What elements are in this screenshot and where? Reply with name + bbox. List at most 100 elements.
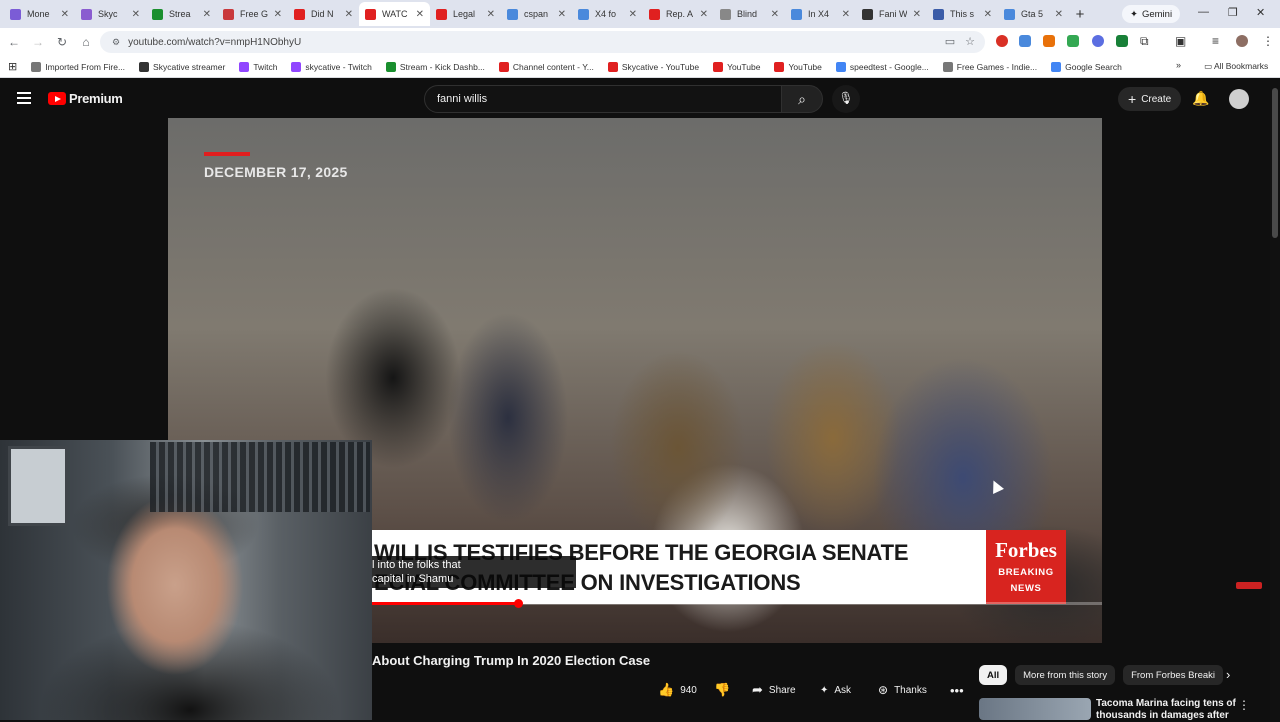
- tab-favicon-icon: [791, 8, 802, 20]
- browser-tab[interactable]: Gta 5 ✕: [998, 2, 1069, 26]
- gemini-button[interactable]: ✦ Gemini: [1122, 5, 1181, 23]
- cast-icon[interactable]: ▭: [945, 35, 955, 48]
- bookmark-item[interactable]: Google Search: [1051, 61, 1122, 72]
- menu-icon[interactable]: ⋮: [1262, 34, 1274, 48]
- bookmark-item[interactable]: speedtest - Google...: [835, 61, 929, 72]
- sidepanel-icon[interactable]: ▣: [1175, 34, 1186, 48]
- browser-tab[interactable]: Skyc ✕: [75, 2, 146, 26]
- scrubber-handle[interactable]: [514, 599, 523, 608]
- tab-close-icon[interactable]: ✕: [132, 9, 140, 20]
- download-icon[interactable]: [1116, 35, 1128, 47]
- bookmark-item[interactable]: YouTube: [774, 61, 822, 72]
- account-avatar[interactable]: [1229, 89, 1249, 109]
- tab-close-icon[interactable]: ✕: [487, 9, 495, 20]
- bookmark-label: Stream - Kick Dashb...: [399, 61, 485, 72]
- create-button[interactable]: + Create: [1118, 87, 1182, 111]
- recommendation-title[interactable]: Tacoma Marina facing tens of thousands i…: [1096, 698, 1236, 722]
- extension-icon[interactable]: [996, 35, 1008, 47]
- browser-tab[interactable]: WATC ✕: [359, 2, 430, 26]
- bookmark-star-icon[interactable]: ☆: [965, 35, 975, 48]
- browser-tab[interactable]: Rep. A ✕: [643, 2, 714, 26]
- tab-close-icon[interactable]: ✕: [1055, 9, 1063, 20]
- browser-tab[interactable]: Fani W ✕: [856, 2, 927, 26]
- new-tab-button[interactable]: +: [1069, 6, 1091, 23]
- extension-icon[interactable]: [1092, 35, 1104, 47]
- bookmark-label: Twitch: [253, 61, 278, 72]
- youtube-header: Premium fanni willis ⌕ 🎙 + Create 🔔: [0, 80, 1280, 118]
- bookmark-item[interactable]: Imported From Fire...: [31, 61, 125, 72]
- filter-chip[interactable]: More from this story: [1015, 665, 1116, 685]
- maximize-icon[interactable]: ❐: [1228, 6, 1238, 19]
- browser-tab[interactable]: Blind ✕: [714, 2, 785, 26]
- browser-tab[interactable]: Strea ✕: [146, 2, 217, 26]
- voice-search-button[interactable]: 🎙: [832, 85, 860, 113]
- bookmarks-overflow-icon[interactable]: »: [1176, 60, 1181, 70]
- tab-close-icon[interactable]: ✕: [416, 9, 424, 20]
- ask-button[interactable]: ✦ Ask: [820, 680, 851, 700]
- progress-bar[interactable]: [372, 599, 1102, 608]
- browser-tab[interactable]: In X4 ✕: [785, 2, 856, 26]
- site-info-icon[interactable]: ⚙: [112, 37, 120, 48]
- tab-close-icon[interactable]: ✕: [700, 9, 708, 20]
- extension-icon[interactable]: [1043, 35, 1055, 47]
- bookmark-item[interactable]: skycative - Twitch: [291, 61, 372, 72]
- tab-close-icon[interactable]: ✕: [345, 9, 353, 20]
- apps-icon[interactable]: ⊞: [8, 60, 17, 73]
- media-icon[interactable]: ≡: [1212, 34, 1219, 48]
- minimize-icon[interactable]: —: [1198, 6, 1209, 18]
- tab-close-icon[interactable]: ✕: [771, 9, 779, 20]
- bookmark-item[interactable]: Skycative streamer: [139, 61, 225, 72]
- search-input[interactable]: fanni willis: [424, 85, 782, 113]
- all-bookmarks[interactable]: ▭ All Bookmarks: [1204, 61, 1268, 72]
- tab-close-icon[interactable]: ✕: [61, 9, 69, 20]
- home-icon[interactable]: ⌂: [74, 35, 98, 49]
- bookmark-item[interactable]: Free Games - Indie...: [942, 61, 1037, 72]
- extension-icon[interactable]: [1019, 35, 1031, 47]
- search-button[interactable]: ⌕: [781, 85, 823, 113]
- browser-tab[interactable]: X4 fo ✕: [572, 2, 643, 26]
- tab-close-icon[interactable]: ✕: [203, 9, 211, 20]
- browser-tab[interactable]: This s ✕: [927, 2, 998, 26]
- browser-tab[interactable]: Free G ✕: [217, 2, 288, 26]
- tab-close-icon[interactable]: ✕: [274, 9, 282, 20]
- notifications-bell-icon[interactable]: 🔔: [1192, 90, 1209, 107]
- scrollbar-thumb[interactable]: [1272, 88, 1278, 238]
- thanks-button[interactable]: ⊛ Thanks: [878, 680, 927, 700]
- premium-label[interactable]: Premium: [69, 91, 123, 106]
- page-scrollbar[interactable]: [1270, 80, 1280, 720]
- tab-close-icon[interactable]: ✕: [842, 9, 850, 20]
- share-button[interactable]: ➦ Share: [752, 680, 796, 700]
- tab-close-icon[interactable]: ✕: [913, 9, 921, 20]
- recommendation-menu-icon[interactable]: ⋮: [1238, 698, 1250, 712]
- browser-tab[interactable]: cspan ✕: [501, 2, 572, 26]
- reload-icon[interactable]: ↻: [50, 35, 74, 49]
- bookmark-item[interactable]: Skycative - YouTube: [607, 61, 699, 72]
- bookmark-item[interactable]: Stream - Kick Dashb...: [385, 61, 485, 72]
- bookmark-label: skycative - Twitch: [305, 61, 372, 72]
- bookmark-item[interactable]: YouTube: [713, 61, 760, 72]
- tab-close-icon[interactable]: ✕: [984, 9, 992, 20]
- close-window-icon[interactable]: ✕: [1256, 6, 1265, 19]
- browser-tab[interactable]: Mone ✕: [4, 2, 75, 26]
- tab-close-icon[interactable]: ✕: [629, 9, 637, 20]
- bookmark-item[interactable]: Twitch: [239, 61, 278, 72]
- hamburger-menu-icon[interactable]: [17, 92, 31, 104]
- forward-icon[interactable]: →: [26, 35, 50, 49]
- dislike-button[interactable]: 👎: [714, 680, 730, 700]
- tab-close-icon[interactable]: ✕: [558, 9, 566, 20]
- extension-icon[interactable]: [1067, 35, 1079, 47]
- bookmark-item[interactable]: Channel content - Y...: [498, 61, 594, 72]
- like-button[interactable]: 👍 940: [658, 680, 697, 700]
- filter-chip[interactable]: All: [979, 665, 1008, 685]
- puzzle-icon[interactable]: ⧉: [1140, 34, 1149, 49]
- filter-chip[interactable]: From Forbes Breaki: [1123, 665, 1224, 685]
- browser-tab[interactable]: Did N ✕: [288, 2, 359, 26]
- youtube-logo-icon[interactable]: [48, 92, 66, 105]
- address-bar[interactable]: ⚙ youtube.com/watch?v=nmpH1NObhyU ▭ ☆: [100, 31, 985, 53]
- back-icon[interactable]: ←: [2, 35, 26, 49]
- more-actions-button[interactable]: •••: [950, 680, 964, 700]
- chevron-right-icon[interactable]: ›: [1226, 667, 1230, 682]
- recommendation-thumbnail[interactable]: [979, 698, 1091, 720]
- profile-avatar[interactable]: [1236, 35, 1248, 47]
- browser-tab[interactable]: Legal ✕: [430, 2, 501, 26]
